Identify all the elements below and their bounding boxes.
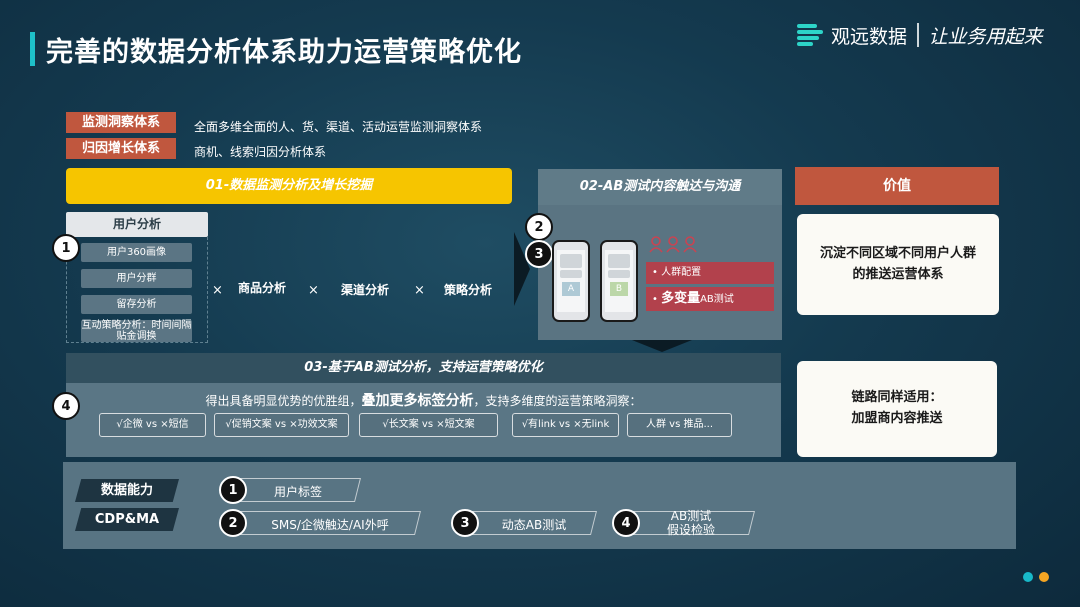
value-card-1-line-1: 沉淀不同区域不同用户人群	[819, 245, 976, 261]
sub-item-user-segment: 用户分群	[81, 269, 192, 288]
section3-desc-bold: 叠加更多标签分析	[361, 393, 474, 409]
data-capability-band	[63, 462, 1016, 549]
capability-4-line-2: 假设检验	[666, 523, 715, 537]
section3-desc-after: ，支持多维度的运营策略洞察：	[473, 394, 642, 408]
sub-item-user-360: 用户360画像	[81, 243, 192, 262]
marker-1: 1	[52, 234, 80, 262]
channel-analysis: 渠道分析	[341, 283, 390, 297]
product-analysis: 商品分析	[238, 281, 287, 295]
title-accent-bar	[30, 32, 35, 66]
value-card-2-line-1: 链路同样适用：	[851, 390, 943, 406]
pill-audience-vs-product: 人群 vs 推品...	[627, 413, 732, 437]
user-group-icon	[649, 236, 697, 253]
value-header: 价值	[795, 167, 999, 205]
phone-b-icon: B	[600, 240, 638, 322]
section3-desc-before: 得出具备明显优势的优胜组，	[205, 394, 362, 408]
multivariate-bold: 多变量	[661, 291, 701, 306]
tag-attribution-desc: 商机、线索归因分析体系	[194, 145, 327, 159]
section3-title: 03-基于AB测试分析，支持运营策略优化	[66, 353, 781, 383]
tag-monitoring-desc: 全面多维全面的人、货、渠道、活动运营监测洞察体系	[194, 120, 483, 134]
capability-4-label: AB测试 假设检验	[655, 509, 727, 537]
section1-title: 01-数据监测分析及增长挖掘	[66, 168, 512, 204]
pill-promo-vs-efficacy: √促销文案 vs ×功效文案	[214, 413, 349, 437]
value-card-2: 链路同样适用： 加盟商内容推送	[797, 361, 997, 457]
tag-cdp-ma: CDP&MA	[75, 508, 179, 531]
phone-a-label: A	[562, 282, 580, 296]
times-sign-1: ×	[212, 283, 223, 298]
pill-link-vs-nolink: √有link vs ×无link	[512, 413, 619, 437]
marker-3: 3	[525, 240, 553, 268]
pill-wecom-vs-sms: √企微 vs ×短信	[99, 413, 206, 437]
phone-a-icon: A	[552, 240, 590, 322]
page-dot-orange	[1039, 572, 1049, 582]
tag-attribution-system: 归因增长体系	[66, 138, 176, 159]
value-card-1: 沉淀不同区域不同用户人群 的推送运营体系	[797, 214, 999, 315]
value-card-2-line-2: 加盟商内容推送	[851, 411, 943, 426]
page-dot-teal	[1023, 572, 1033, 582]
marker-2: 2	[525, 213, 553, 241]
section3-description: 得出具备明显优势的优胜组，叠加更多标签分析，支持多维度的运营策略洞察：	[66, 390, 781, 410]
logo-name: 观远数据	[831, 25, 908, 48]
marker-4: 4	[52, 392, 80, 420]
capability-3-label: 动态AB测试	[501, 518, 567, 532]
brand-logo: 观远数据 让业务用起来	[797, 20, 1043, 50]
capability-2-number: 2	[219, 509, 247, 537]
audience-config-chip: • 人群配置	[646, 262, 774, 284]
times-sign-3: ×	[414, 283, 425, 298]
strategy-analysis: 策略分析	[444, 283, 493, 297]
audience-config-label: 人群配置	[661, 267, 702, 278]
user-analysis-header: 用户分析	[66, 212, 208, 237]
capability-4-number: 4	[612, 509, 640, 537]
sub-item-retention: 留存分析	[81, 295, 192, 314]
logo-slogan: 让业务用起来	[928, 25, 1043, 48]
sub-item-interaction: 互动策略分析：时间间隔贴金调换	[81, 320, 192, 342]
capability-1-number: 1	[219, 476, 247, 504]
page-title: 完善的数据分析体系助力运营策略优化	[46, 37, 522, 68]
tag-monitoring-system: 监测洞察体系	[66, 112, 176, 133]
multivariate-rest: AB测试	[700, 294, 734, 305]
value-card-1-line-2: 的推送运营体系	[852, 266, 944, 282]
arrow-right-icon	[514, 232, 530, 306]
logo-icon	[797, 22, 823, 48]
capability-4-line-1: AB测试	[670, 509, 712, 523]
phone-b-label: B	[610, 282, 628, 296]
pill-long-vs-short: √长文案 vs ×短文案	[359, 413, 498, 437]
times-sign-2: ×	[308, 283, 319, 298]
multivariate-chip: • 多变量AB测试	[646, 287, 774, 311]
tag-data-capability: 数据能力	[75, 479, 179, 502]
arrow-down-icon	[632, 340, 692, 352]
capability-3-number: 3	[451, 509, 479, 537]
capability-2-label: SMS/企微触达/AI外呼	[271, 518, 389, 532]
section2-title: 02-AB测试内容触达与沟通	[538, 169, 782, 205]
logo-divider	[917, 23, 919, 47]
capability-1-label: 用户标签	[273, 485, 322, 499]
